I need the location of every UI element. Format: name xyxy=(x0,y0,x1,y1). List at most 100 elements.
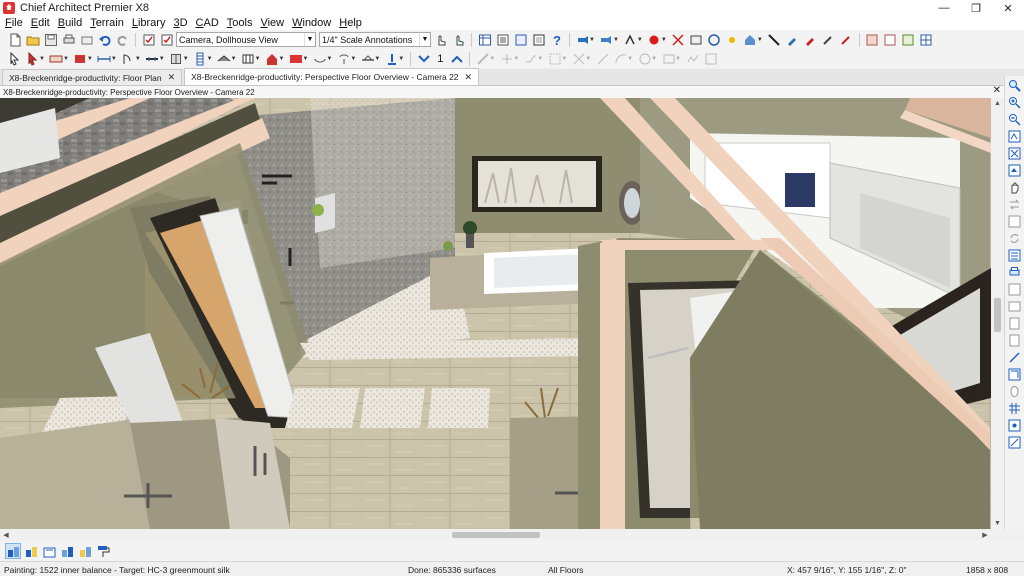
menu-view[interactable]: View xyxy=(257,17,289,29)
scroll-down-icon[interactable]: ▼ xyxy=(991,518,1004,529)
fill-building-icon[interactable] xyxy=(1007,163,1022,178)
window-refresh-icon[interactable] xyxy=(1007,214,1022,229)
undo-zoom-icon[interactable] xyxy=(1007,129,1022,144)
zoom-out-icon[interactable] xyxy=(1007,112,1022,127)
chevron-down-icon[interactable]: ▼ xyxy=(350,56,356,62)
select-room-icon[interactable] xyxy=(23,543,39,559)
chevron-down-icon[interactable]: ▼ xyxy=(637,37,643,43)
mouse-icon[interactable] xyxy=(1007,384,1022,399)
repeat-icon[interactable] xyxy=(1007,231,1022,246)
print-view-icon[interactable] xyxy=(1007,265,1022,280)
chevron-down-icon[interactable]: ▼ xyxy=(39,56,45,62)
tab-floor-plan[interactable]: X8-Breckenridge-productivity: Floor Plan… xyxy=(2,69,183,85)
chevron-down-icon[interactable]: ▼ xyxy=(613,37,619,43)
aerial-view-icon[interactable] xyxy=(1007,282,1022,297)
chevron-down-icon[interactable]: ▼ xyxy=(207,56,213,62)
page-icon[interactable] xyxy=(1007,316,1022,331)
adjust-material-icon[interactable] xyxy=(802,32,819,48)
tile-windows-icon[interactable] xyxy=(918,32,935,48)
menu-3d[interactable]: 3D xyxy=(170,17,192,29)
select-building-icon[interactable] xyxy=(59,543,75,559)
chevron-down-icon[interactable]: ▼ xyxy=(757,37,763,43)
edit-object-icon[interactable] xyxy=(5,543,21,559)
close-icon[interactable]: ✕ xyxy=(168,72,176,83)
layer-set-icon[interactable] xyxy=(140,32,157,48)
360-panorama-icon[interactable] xyxy=(706,32,723,48)
annotation-set-select[interactable]: 1/4" Scale Annotations ▼ xyxy=(319,32,431,47)
rebuild-walls-icon[interactable] xyxy=(1007,248,1022,263)
chevron-down-icon[interactable]: ▼ xyxy=(302,56,308,62)
clear-material-icon[interactable] xyxy=(838,32,855,48)
plan-view-icon[interactable] xyxy=(864,32,881,48)
chevron-down-icon[interactable]: ▼ xyxy=(111,56,117,62)
library-icon[interactable] xyxy=(530,32,547,48)
menu-build[interactable]: Build xyxy=(55,17,87,29)
select-group-icon[interactable] xyxy=(77,543,93,559)
close-view-button[interactable]: ✕ xyxy=(993,85,1001,96)
chevron-down-icon[interactable]: ▼ xyxy=(589,37,595,43)
3d-perspective-viewport[interactable] xyxy=(0,98,991,529)
close-window-button[interactable]: ✕ xyxy=(992,0,1024,16)
chevron-down-icon[interactable]: ▼ xyxy=(279,56,285,62)
new-file-icon[interactable] xyxy=(6,32,23,48)
chevron-down-icon[interactable]: ▼ xyxy=(231,56,237,62)
fill-window-icon[interactable] xyxy=(1007,146,1022,161)
page-plus-icon[interactable] xyxy=(1007,333,1022,348)
layer-display-icon[interactable] xyxy=(158,32,175,48)
render-settings-icon[interactable] xyxy=(670,32,687,48)
swap-view-icon[interactable] xyxy=(1007,197,1022,212)
menu-tools[interactable]: Tools xyxy=(224,17,258,29)
chevron-down-icon[interactable]: ▼ xyxy=(63,56,69,62)
menu-help[interactable]: Help xyxy=(336,17,367,29)
pan-hand-icon[interactable] xyxy=(1007,180,1022,195)
chevron-down-icon[interactable]: ▼ xyxy=(159,56,165,62)
grid-icon[interactable] xyxy=(1007,401,1022,416)
help-icon[interactable]: ? xyxy=(548,32,565,48)
maximize-button[interactable]: ❐ xyxy=(960,0,992,16)
hand-edit-icon[interactable] xyxy=(450,32,467,48)
vertical-scroll-thumb[interactable] xyxy=(994,298,1001,332)
menu-edit[interactable]: Edit xyxy=(28,17,55,29)
physical-render-icon[interactable] xyxy=(688,32,705,48)
chevron-down-icon[interactable]: ▼ xyxy=(135,56,141,62)
vertical-scrollbar[interactable]: ▲ ▼ xyxy=(991,98,1004,529)
scroll-right-icon[interactable]: ▶ xyxy=(979,529,991,541)
menu-library[interactable]: Library xyxy=(129,17,171,29)
layout-view-icon[interactable] xyxy=(900,32,917,48)
delete-surfaces-icon[interactable] xyxy=(766,32,783,48)
menu-cad[interactable]: CAD xyxy=(193,17,224,29)
floor-number-field[interactable]: 1 xyxy=(433,53,447,65)
sun-angle-icon[interactable] xyxy=(724,32,741,48)
elevation-view-icon[interactable] xyxy=(882,32,899,48)
save-icon[interactable] xyxy=(42,32,59,48)
scroll-left-icon[interactable]: ◀ xyxy=(0,529,12,541)
chevron-down-icon[interactable]: ▼ xyxy=(398,56,404,62)
open-folder-icon[interactable] xyxy=(24,32,41,48)
chevron-down-icon[interactable]: ▼ xyxy=(374,56,380,62)
mirror-view-icon[interactable] xyxy=(1007,299,1022,314)
horizontal-scrollbar[interactable]: ◀ ▶ xyxy=(0,529,991,541)
paint-roller-icon[interactable] xyxy=(95,543,111,559)
schedule-icon[interactable] xyxy=(476,32,493,48)
object-snaps-icon[interactable] xyxy=(1007,435,1022,450)
zoom-in-icon[interactable] xyxy=(1007,95,1022,110)
chevron-down-icon[interactable]: ▼ xyxy=(183,56,189,62)
hand-pointer-icon[interactable] xyxy=(432,32,449,48)
materials-list-icon[interactable] xyxy=(494,32,511,48)
redo-icon[interactable] xyxy=(114,32,131,48)
print-preview-icon[interactable] xyxy=(78,32,95,48)
horizontal-scroll-thumb[interactable] xyxy=(452,532,540,538)
close-icon[interactable]: ✕ xyxy=(465,72,473,83)
chevron-down-icon[interactable]: ▼ xyxy=(255,56,261,62)
snap-grid-icon[interactable] xyxy=(1007,418,1022,433)
select-floor-icon[interactable] xyxy=(41,543,57,559)
camera-view-select[interactable]: Camera, Dollhouse View ▼ xyxy=(176,32,316,47)
chevron-down-icon[interactable]: ▼ xyxy=(326,56,332,62)
chevron-down-icon[interactable]: ▼ xyxy=(87,56,93,62)
tab-perspective-camera-22[interactable]: X8-Breckenridge-productivity: Perspectiv… xyxy=(184,68,480,85)
menu-terrain[interactable]: Terrain xyxy=(87,17,129,29)
eyedropper-icon[interactable] xyxy=(820,32,837,48)
up-arrow-icon[interactable] xyxy=(448,51,465,67)
menu-file[interactable]: File xyxy=(2,17,28,29)
minimize-button[interactable]: — xyxy=(928,0,960,16)
